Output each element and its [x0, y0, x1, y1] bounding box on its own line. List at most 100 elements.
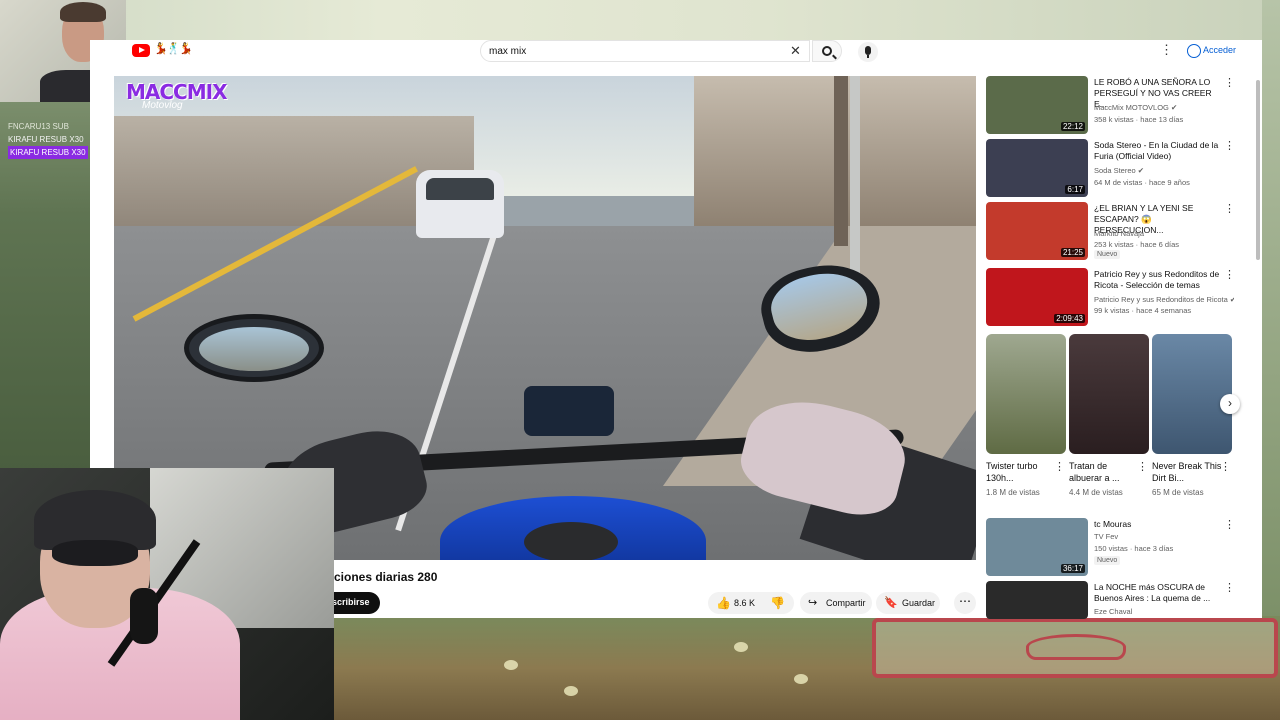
short-views: 4.4 M de vistas: [1069, 488, 1123, 497]
recommendation-channel[interactable]: Patricio Rey y sus Redonditos de Ricota …: [1094, 295, 1234, 304]
recommendation-meta: 253 k vistas · hace 6 días: [1094, 240, 1180, 249]
recommendation-item[interactable]: 22:12 LE ROBÓ A UNA SEÑORA LO PERSEGUÍ Y…: [986, 76, 1244, 138]
recommendation-channel[interactable]: Soda Stereo ✔: [1094, 166, 1234, 175]
recommendation-item[interactable]: 2:09:43 Patricio Rey y sus Redonditos de…: [986, 268, 1244, 330]
video-thumbnail[interactable]: 2:09:43: [986, 268, 1088, 326]
video-duration: 6:17: [1065, 185, 1085, 194]
short-views: 65 M de vistas: [1152, 488, 1204, 497]
video-thumbnail[interactable]: 36:17: [986, 518, 1088, 576]
search-icon: [822, 46, 832, 56]
like-count[interactable]: 8.6 K: [734, 598, 755, 608]
recommendation-meta: 358 k vistas · hace 13 días: [1094, 115, 1184, 124]
like-dislike-group: 👍 8.6 K 👎: [708, 592, 794, 614]
shorts-next-icon[interactable]: ›: [1220, 394, 1240, 414]
overlay-background-right: [1262, 0, 1280, 620]
video-mirror-left: [184, 314, 324, 382]
video-thumbnail[interactable]: 22:12: [986, 76, 1088, 134]
chat-line: FNCARU13 SUB: [8, 122, 69, 131]
frame-ornament: [1026, 634, 1126, 660]
overlay-background-top: [0, 0, 1280, 42]
short-thumbnail[interactable]: [1152, 334, 1232, 454]
video-dashboard: [524, 386, 614, 436]
recommendation-menu-icon[interactable]: ⋮: [1224, 518, 1235, 531]
channel-watermark-sub: Motovlog: [142, 100, 183, 111]
more-actions-icon[interactable]: ⋯: [954, 592, 976, 614]
video-fuel-cap: [524, 522, 618, 560]
bookmark-icon: 🔖: [884, 597, 898, 609]
flower-decoration: [504, 660, 518, 670]
sign-in-button[interactable]: Acceder: [1180, 41, 1245, 61]
video-title: ciones diarias 280: [334, 570, 438, 584]
chat-line: KIRAFU RESUB X30: [8, 135, 84, 144]
recommendation-title[interactable]: La NOCHE más OSCURA de Buenos Aires : La…: [1094, 582, 1222, 604]
video-tree: [834, 76, 848, 246]
recommendation-item[interactable]: La NOCHE más OSCURA de Buenos Aires : La…: [986, 581, 1244, 621]
video-duration: 21:25: [1060, 248, 1085, 257]
short-thumbnail[interactable]: [986, 334, 1066, 454]
short-menu-icon[interactable]: ⋮: [1137, 460, 1148, 473]
share-button[interactable]: ↪ Compartir: [800, 592, 872, 614]
recommendation-title[interactable]: tc Mouras: [1094, 519, 1222, 530]
clear-search-icon[interactable]: ✕: [790, 43, 801, 59]
new-badge: Nuevo: [1094, 250, 1121, 259]
recommendation-menu-icon[interactable]: ⋮: [1224, 581, 1235, 594]
save-button[interactable]: 🔖 Guardar: [876, 592, 940, 614]
short-title[interactable]: Tratan de albuerar a ...: [1069, 460, 1141, 484]
recommendation-menu-icon[interactable]: ⋮: [1224, 268, 1235, 281]
recommendation-menu-icon[interactable]: ⋮: [1224, 76, 1235, 89]
new-badge: Nuevo: [1094, 556, 1121, 565]
video-thumbnail[interactable]: 6:17: [986, 139, 1088, 197]
video-duration: 22:12: [1060, 122, 1085, 131]
video-thumbnail[interactable]: 21:25: [986, 202, 1088, 260]
shorts-shelf: Twister turbo 130h... ⋮ 1.8 M de vistas …: [986, 334, 1244, 504]
share-label: Compartir: [826, 598, 866, 608]
short-menu-icon[interactable]: ⋮: [1054, 460, 1065, 473]
save-label: Guardar: [902, 598, 936, 608]
video-pole: [850, 76, 860, 276]
youtube-topbar: 💃🕺💃 max mix ✕ ⋮ Acceder: [90, 40, 1262, 70]
doodle-logo[interactable]: 💃🕺💃: [154, 42, 193, 55]
short-title[interactable]: Twister turbo 130h...: [986, 460, 1058, 484]
webcam-person-hair: [60, 2, 106, 22]
recommendation-channel[interactable]: MaccMix MOTOVLOG ✔: [1094, 103, 1234, 112]
chat-line-highlight: KIRAFU RESUB X30: [8, 146, 88, 159]
short-title[interactable]: Never Break This Dirt Bi...: [1152, 460, 1224, 484]
overlay-background-left: [0, 42, 90, 472]
video-car: [416, 170, 504, 238]
recommendation-item[interactable]: 36:17 tc Mouras TV Fev 150 vistas · hace…: [986, 518, 1244, 580]
short-views: 1.8 M de vistas: [986, 488, 1040, 497]
recommendation-item[interactable]: 21:25 ¿EL BRIAN Y LA YENI SE ESCAPAN? 😱 …: [986, 202, 1244, 264]
recommendation-title[interactable]: Patricio Rey y sus Redonditos de Ricota …: [1094, 269, 1222, 291]
recommendation-channel[interactable]: Eze Chaval: [1094, 607, 1234, 616]
recommendation-meta: 150 vistas · hace 3 días: [1094, 544, 1174, 553]
recommendation-menu-icon[interactable]: ⋮: [1224, 139, 1235, 152]
search-button[interactable]: [812, 40, 842, 62]
recommendation-meta: 64 M de vistas · hace 9 años: [1094, 178, 1190, 187]
overlay-frame: [872, 618, 1278, 678]
short-menu-icon[interactable]: ⋮: [1220, 460, 1231, 473]
page-scrollbar[interactable]: [1256, 80, 1260, 260]
flower-decoration: [794, 674, 808, 684]
share-icon: ↪: [808, 597, 818, 609]
short-thumbnail[interactable]: [1069, 334, 1149, 454]
video-thumbnail[interactable]: [986, 581, 1088, 619]
recommendation-title[interactable]: Soda Stereo - En la Ciudad de la Furia (…: [1094, 140, 1222, 162]
recommendation-menu-icon[interactable]: ⋮: [1224, 202, 1235, 215]
sign-in-label: Acceder: [1203, 45, 1237, 55]
recommendation-channel[interactable]: TV Fev: [1094, 532, 1234, 541]
recommendation-item[interactable]: 6:17 Soda Stereo - En la Ciudad de la Fu…: [986, 139, 1244, 201]
voice-search-icon[interactable]: [858, 42, 878, 62]
video-duration: 2:09:43: [1054, 314, 1085, 323]
search-input[interactable]: max mix: [480, 40, 810, 62]
recommendation-channel[interactable]: Markito Navaja: [1094, 229, 1234, 238]
microphone: [130, 588, 158, 644]
video-duration: 36:17: [1060, 564, 1085, 573]
flower-decoration: [564, 686, 578, 696]
webcam-bottom: [0, 468, 334, 720]
user-icon: [1187, 44, 1201, 58]
stream-chat: FNCARU13 SUB KIRAFU RESUB X30 KIRAFU RES…: [8, 120, 90, 159]
recommendation-meta: 99 k vistas · hace 4 semanas: [1094, 306, 1192, 315]
youtube-logo-icon[interactable]: [132, 44, 150, 57]
settings-menu-icon[interactable]: ⋮: [1160, 42, 1173, 58]
webcam-person-mask: [52, 540, 138, 566]
